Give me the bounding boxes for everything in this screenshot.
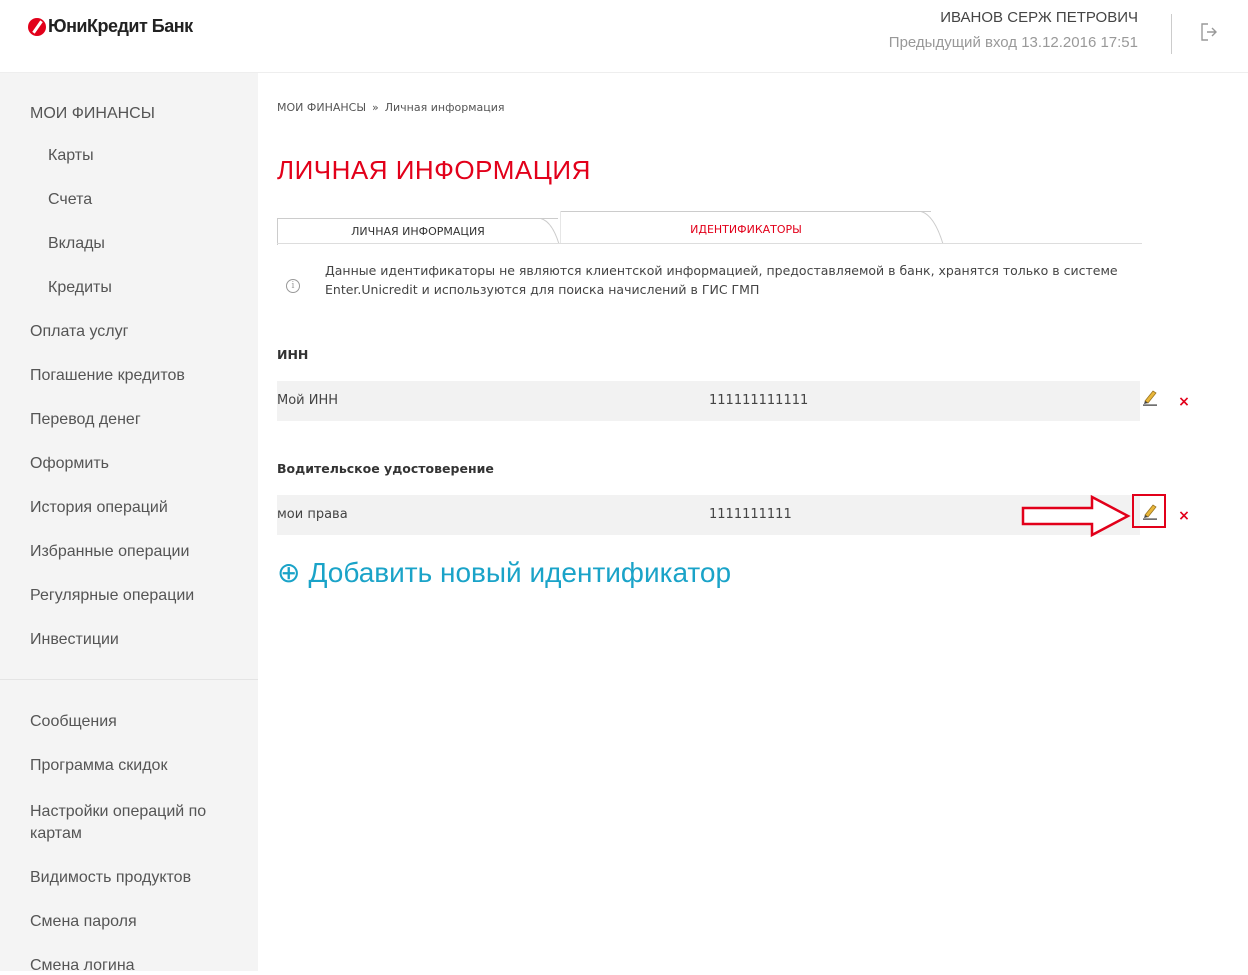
group-title-driver-license: Водительское удостоверение (277, 461, 494, 476)
tab-bar: ЛИЧНАЯ ИНФОРМАЦИЯ ИДЕНТИФИКАТОРЫ (277, 210, 1142, 245)
sidebar-item-loan-repayment[interactable]: Погашение кредитов (30, 367, 185, 385)
breadcrumb: МОИ ФИНАНСЫ » Личная информация (277, 101, 504, 114)
sidebar-item-deposits[interactable]: Вклады (48, 235, 105, 253)
sidebar-item-payments[interactable]: Оплата услуг (30, 323, 128, 341)
logo[interactable]: ЮниКредит Банк (28, 16, 193, 37)
plus-circle-icon: ⊕ (277, 557, 301, 588)
identifier-name: Мой ИНН (277, 393, 339, 408)
close-icon[interactable]: × (1177, 509, 1191, 523)
identifier-value: 1111111111 (709, 507, 792, 522)
tab-identifiers-curve (917, 211, 944, 244)
header: ЮниКредит Банк ИВАНОВ СЕРЖ ПЕТРОВИЧ Пред… (0, 0, 1248, 73)
page-title: ЛИЧНАЯ ИНФОРМАЦИЯ (277, 155, 591, 185)
sidebar-item-messages[interactable]: Сообщения (30, 713, 117, 731)
identifier-value: 111111111111 (709, 393, 809, 408)
sidebar-item-product-visibility[interactable]: Видимость продуктов (30, 869, 191, 887)
sidebar-item-my-finances[interactable]: МОИ ФИНАНСЫ (30, 105, 155, 123)
close-icon[interactable]: × (1177, 395, 1191, 409)
logout-icon[interactable] (1199, 22, 1219, 42)
identifier-row: Мой ИНН 111111111111 (277, 381, 1140, 421)
sidebar-item-investments[interactable]: Инвестиции (30, 631, 119, 649)
sidebar-item-card-settings[interactable]: Настройки операций по картам (30, 801, 240, 845)
add-identifier-label: Добавить новый идентификатор (308, 557, 732, 588)
identifier-name: мои права (277, 507, 348, 522)
group-title-inn: ИНН (277, 347, 309, 362)
last-login: Предыдущий вход 13.12.2016 17:51 (888, 34, 1138, 51)
breadcrumb-separator: » (372, 101, 379, 114)
sidebar-item-discounts[interactable]: Программа скидок (30, 757, 167, 775)
sidebar-item-change-login[interactable]: Смена логина (30, 957, 135, 975)
sidebar-item-favorites[interactable]: Избранные операции (30, 543, 189, 561)
tab-personal-info[interactable]: ЛИЧНАЯ ИНФОРМАЦИЯ (277, 218, 558, 245)
logo-mark-icon (28, 17, 46, 36)
pencil-icon[interactable] (1141, 388, 1159, 406)
header-divider (1171, 14, 1172, 54)
breadcrumb-root[interactable]: МОИ ФИНАНСЫ (277, 101, 366, 114)
sidebar-item-credits[interactable]: Кредиты (48, 279, 112, 297)
sidebar-item-cards[interactable]: Карты (48, 147, 94, 165)
sidebar-item-change-password[interactable]: Смена пароля (30, 913, 137, 931)
sidebar-item-accounts[interactable]: Счета (48, 191, 92, 209)
info-text: Данные идентификаторы не являются клиент… (325, 263, 1118, 297)
sidebar: МОИ ФИНАНСЫ Карты Счета Вклады Кредиты О… (0, 73, 258, 974)
sidebar-item-apply[interactable]: Оформить (30, 455, 109, 473)
breadcrumb-current: Личная информация (384, 101, 505, 114)
logo-text: ЮниКредит Банк (48, 16, 193, 36)
pencil-icon[interactable] (1141, 502, 1159, 520)
info-icon: i (286, 279, 300, 293)
sidebar-divider (0, 679, 258, 680)
tab-identifiers[interactable]: ИДЕНТИФИКАТОРЫ (561, 211, 931, 245)
add-identifier-link[interactable]: ⊕ Добавить новый идентификатор (277, 556, 731, 589)
sidebar-item-transfer[interactable]: Перевод денег (30, 411, 141, 429)
tab-bar-underline (277, 243, 1142, 244)
annotation-arrow-icon (1021, 494, 1131, 538)
user-name: ИВАНОВ СЕРЖ ПЕТРОВИЧ (940, 9, 1138, 26)
sidebar-item-history[interactable]: История операций (30, 499, 168, 517)
identifier-row: мои права 1111111111 (277, 495, 1140, 535)
user-block: ИВАНОВ СЕРЖ ПЕТРОВИЧ Предыдущий вход 13.… (889, 8, 1138, 51)
sidebar-item-regular[interactable]: Регулярные операции (30, 587, 194, 605)
